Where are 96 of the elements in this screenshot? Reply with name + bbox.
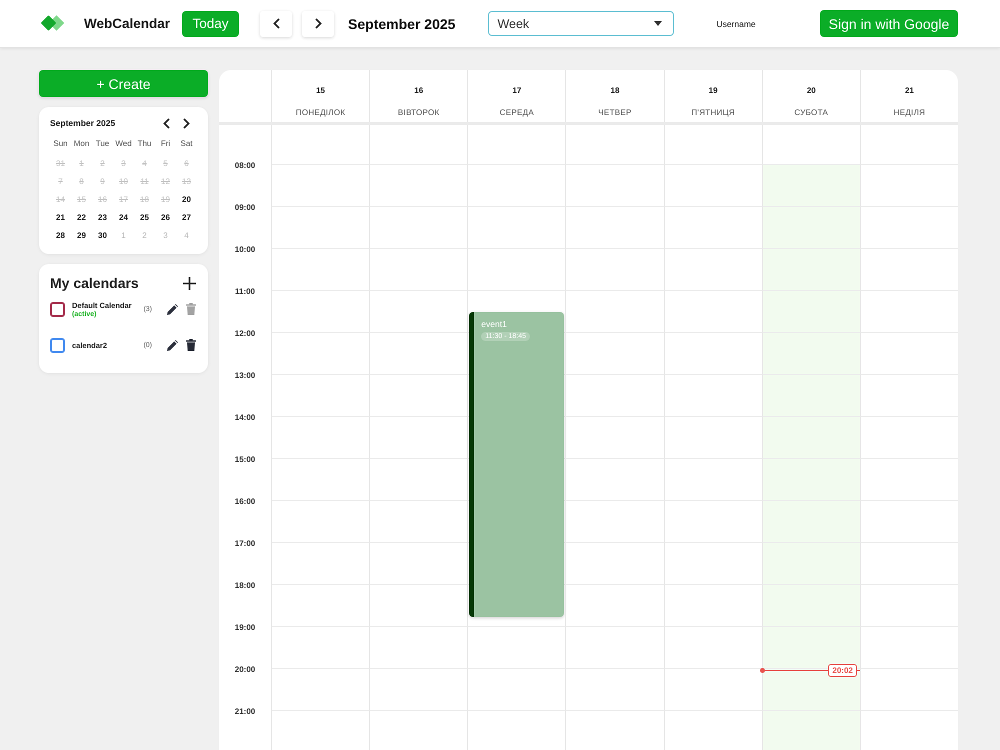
caret-icon <box>654 21 662 26</box>
pencil-icon[interactable] <box>167 304 178 314</box>
time-label: 20:00 <box>234 664 256 674</box>
weekday-label: Thu <box>138 138 152 148</box>
calendar-day[interactable]: 26 <box>161 212 170 222</box>
day-number: 18 <box>610 86 620 96</box>
day-name: СЕРЕДА <box>500 108 534 118</box>
next-week-button[interactable] <box>302 10 334 36</box>
today-button[interactable]: Today <box>182 10 240 36</box>
time-label: 11:00 <box>234 286 256 296</box>
day-name: П'ЯТНИЦЯ <box>691 108 735 118</box>
calendar-day[interactable]: 6 <box>184 159 189 168</box>
calendar-day[interactable]: 21 <box>56 212 65 222</box>
previous-week-button[interactable] <box>260 10 292 36</box>
view-select[interactable]: Week <box>488 11 674 36</box>
calendar-day[interactable]: 18 <box>140 194 149 204</box>
sign-in-button[interactable]: Sign in with Google <box>820 10 958 37</box>
calendar-day[interactable]: 29 <box>77 230 86 240</box>
day-name: СУБОТА <box>794 108 828 118</box>
chevron-right-icon <box>314 18 322 29</box>
section-title: My calendars <box>50 275 140 291</box>
current-time-label: 20:02 <box>828 664 857 677</box>
calendar-checkbox[interactable] <box>50 302 65 316</box>
calendar-checkbox[interactable] <box>50 338 65 352</box>
chevron-left-icon <box>162 118 170 128</box>
calendar-day[interactable]: 14 <box>56 194 65 204</box>
time-label: 16:00 <box>234 496 256 506</box>
calendar-day[interactable]: 20 <box>182 194 191 204</box>
day-number: 20 <box>806 86 816 96</box>
weekday-label: Wed <box>115 138 132 148</box>
calendar-day[interactable]: 15 <box>77 194 86 204</box>
calendar-day[interactable]: 5 <box>163 159 168 168</box>
calendar-day[interactable]: 25 <box>140 212 149 222</box>
calendar-day[interactable]: 28 <box>56 230 65 240</box>
calendar-day[interactable]: 3 <box>163 230 168 240</box>
calendar-day[interactable]: 19 <box>161 194 170 204</box>
calendar-day[interactable]: 8 <box>79 177 84 186</box>
trash-icon[interactable] <box>186 339 196 351</box>
day-number: 21 <box>904 86 914 96</box>
calendar-day[interactable]: 10 <box>119 177 128 186</box>
pencil-icon[interactable] <box>167 340 178 350</box>
calendar-day[interactable]: 24 <box>119 212 128 222</box>
weekday-label: Fri <box>160 138 170 148</box>
calendar-day[interactable]: 7 <box>58 177 63 186</box>
plus-icon[interactable] <box>183 276 196 290</box>
day-number: 16 <box>414 86 424 96</box>
event-title: event1 <box>481 319 507 329</box>
calendar-day[interactable]: 23 <box>98 212 107 222</box>
time-label: 15:00 <box>234 454 256 464</box>
weekday-label: Mon <box>74 138 90 148</box>
mini-calendar-title: September 2025 <box>50 118 116 128</box>
weekday-label: Tue <box>96 138 110 148</box>
calendar-day[interactable]: 31 <box>56 159 65 168</box>
time-label: 10:00 <box>234 244 256 254</box>
day-number: 15 <box>316 86 326 96</box>
current-time-dot-icon <box>760 668 766 673</box>
calendar-day[interactable]: 30 <box>98 230 107 240</box>
time-label: 09:00 <box>234 202 256 212</box>
calendar-day[interactable]: 9 <box>100 177 105 186</box>
chevron-left-icon <box>272 18 280 29</box>
calendar-day[interactable]: 27 <box>182 212 191 222</box>
day-name: ЧЕТВЕР <box>598 108 632 118</box>
day-name: ПОНЕДІЛОК <box>296 108 346 118</box>
calendar-day[interactable]: 4 <box>142 159 147 168</box>
chevron-right-icon <box>182 118 190 128</box>
time-label: 19:00 <box>234 622 256 632</box>
calendar-day[interactable]: 12 <box>161 177 170 186</box>
create-button[interactable]: + Create <box>39 70 208 97</box>
calendar-day[interactable]: 22 <box>77 212 86 222</box>
day-name: НЕДІЛЯ <box>894 108 926 118</box>
time-label: 14:00 <box>234 412 256 422</box>
calendar-day[interactable]: 2 <box>142 230 147 240</box>
calendar-day[interactable]: 4 <box>184 230 189 240</box>
calendar-day[interactable]: 13 <box>182 177 191 186</box>
logo-icon <box>40 14 66 32</box>
day-number: 17 <box>512 86 522 96</box>
day-name: ВІВТОРОК <box>398 108 440 118</box>
time-label: 13:00 <box>234 370 256 380</box>
weekday-label: Sun <box>53 138 68 148</box>
calendar-day[interactable]: 1 <box>121 230 126 240</box>
calendar-day[interactable]: 17 <box>119 194 128 204</box>
day-number: 19 <box>708 86 718 96</box>
calendar-day[interactable]: 11 <box>140 177 149 186</box>
time-label: 18:00 <box>234 580 256 590</box>
app-name: WebCalendar <box>84 16 170 31</box>
calendar-day[interactable]: 16 <box>98 194 107 204</box>
time-label: 17:00 <box>234 538 256 548</box>
calendar-day[interactable]: 1 <box>79 159 84 168</box>
calendar-day[interactable]: 2 <box>100 159 105 168</box>
calendar-day[interactable]: 3 <box>121 159 126 168</box>
time-label: 21:00 <box>234 706 256 716</box>
username-label: Username <box>716 18 756 28</box>
time-label: 08:00 <box>234 160 256 170</box>
time-label: 12:00 <box>234 328 256 338</box>
weekday-label: Sat <box>180 138 192 148</box>
period-title: September 2025 <box>348 16 456 32</box>
